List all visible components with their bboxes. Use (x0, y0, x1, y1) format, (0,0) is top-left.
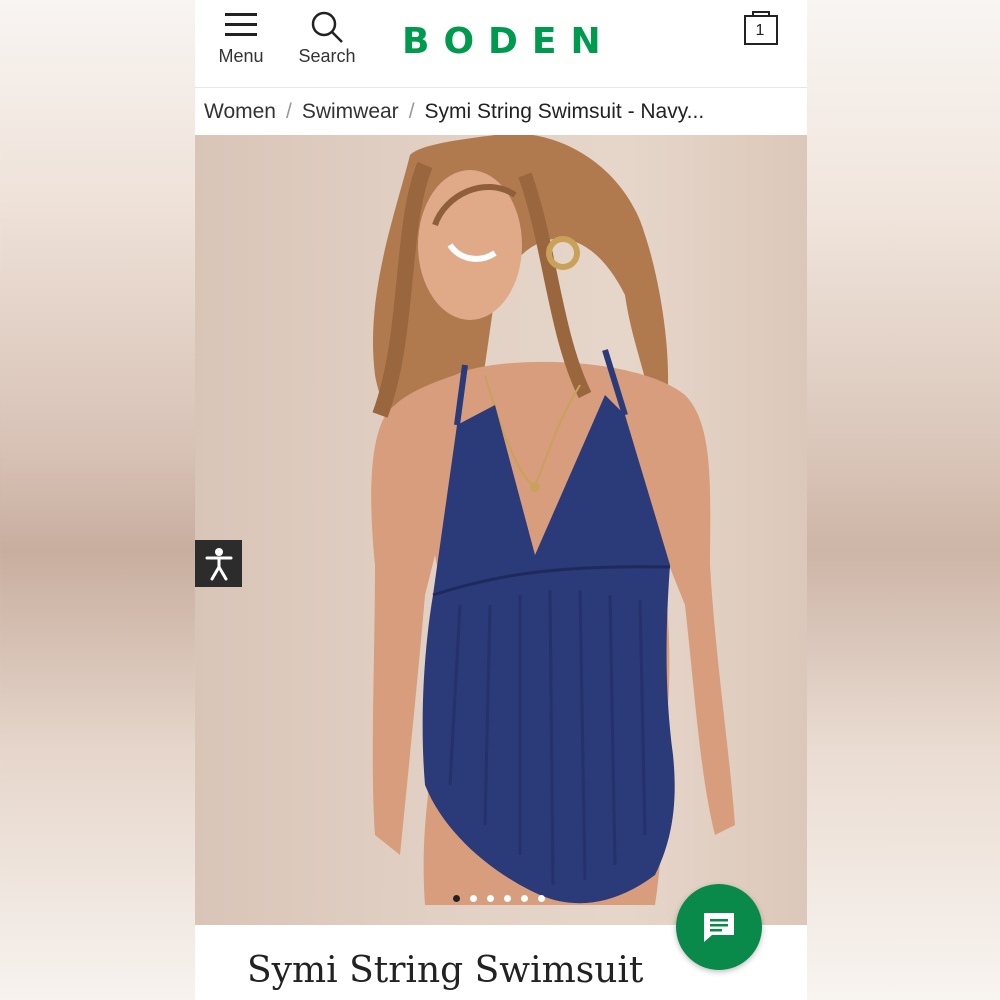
hamburger-icon (225, 13, 257, 36)
background-left (0, 0, 195, 1000)
bag-count: 1 (755, 22, 765, 39)
breadcrumb-current: Symi String Swimsuit - Navy... (424, 99, 705, 123)
chat-icon (704, 913, 734, 942)
gallery-dots (453, 895, 545, 902)
product-image[interactable] (195, 135, 807, 925)
breadcrumb: Women / Swimwear / Symi String Swimsuit … (195, 88, 807, 135)
background-right (807, 0, 1000, 1000)
model-photo (371, 135, 735, 905)
menu-button[interactable]: Menu (213, 10, 269, 67)
breadcrumb-women[interactable]: Women (204, 100, 276, 124)
breadcrumb-separator: / (408, 99, 415, 123)
product-title: Symi String Swimsuit (247, 950, 644, 991)
accessibility-icon (205, 547, 232, 580)
mobile-page: Menu Search BODEN 1 Women / Swimwear / S… (195, 0, 807, 1000)
breadcrumb-swimwear[interactable]: Swimwear (302, 100, 399, 124)
chat-button[interactable] (676, 884, 762, 970)
site-header: Menu Search BODEN 1 (195, 0, 807, 88)
bag-button[interactable]: 1 (743, 8, 783, 52)
gallery-dot[interactable] (470, 895, 477, 902)
search-icon (311, 11, 343, 43)
accessibility-button[interactable] (195, 540, 242, 587)
gallery-dot[interactable] (521, 895, 528, 902)
menu-label: Menu (218, 46, 264, 66)
boden-logo[interactable]: BODEN (402, 20, 602, 64)
search-label: Search (298, 46, 356, 66)
gallery-dot[interactable] (504, 895, 511, 902)
gallery-dot[interactable] (538, 895, 545, 902)
search-button[interactable]: Search (295, 10, 359, 67)
gallery-dot[interactable] (487, 895, 494, 902)
gallery-dot[interactable] (453, 895, 460, 902)
breadcrumb-separator: / (285, 99, 292, 123)
